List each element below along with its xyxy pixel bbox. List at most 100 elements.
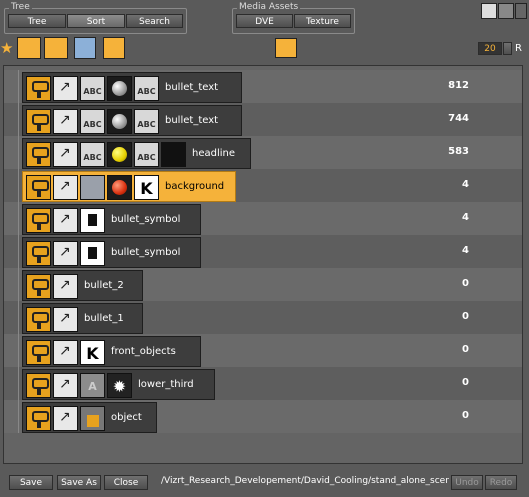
tree-connector bbox=[18, 169, 19, 202]
container-icon[interactable] bbox=[161, 142, 186, 167]
rectangle-icon[interactable] bbox=[80, 175, 105, 200]
tree-row[interactable]: Kbackground 4 bbox=[4, 169, 522, 202]
camera-icon[interactable] bbox=[26, 208, 51, 233]
node-count: 583 bbox=[448, 146, 469, 157]
object-icon[interactable] bbox=[80, 406, 105, 431]
text-abc-icon[interactable]: ABC bbox=[80, 142, 105, 167]
zoom-value-field[interactable]: 20 bbox=[478, 42, 502, 55]
anim-icon[interactable]: ✹ bbox=[107, 373, 132, 398]
camera-icon[interactable] bbox=[26, 340, 51, 365]
red-sphere-icon[interactable] bbox=[107, 175, 132, 200]
text-abc-icon[interactable]: ABC bbox=[134, 142, 159, 167]
key-icon[interactable]: K bbox=[80, 340, 105, 365]
tree-connector bbox=[18, 367, 19, 400]
yellow-sphere-icon[interactable] bbox=[107, 142, 132, 167]
tree-row[interactable]: ABC ABC bullet_text 744 bbox=[4, 103, 522, 136]
key-icon[interactable]: K bbox=[134, 175, 159, 200]
pin-icon[interactable] bbox=[498, 3, 514, 19]
tab-search[interactable]: Search bbox=[126, 14, 183, 28]
tree-row[interactable]: bullet_1 0 bbox=[4, 301, 522, 334]
axis-icon[interactable] bbox=[53, 142, 78, 167]
black-square-icon[interactable] bbox=[103, 37, 125, 59]
axis-icon[interactable] bbox=[53, 175, 78, 200]
camera-icon[interactable] bbox=[26, 142, 51, 167]
tree-connector bbox=[18, 301, 19, 334]
camera-icon[interactable] bbox=[26, 175, 51, 200]
node-count: 812 bbox=[448, 80, 469, 91]
camera-icon[interactable] bbox=[26, 274, 51, 299]
tab-dve[interactable]: DVE bbox=[236, 14, 293, 28]
scene-node[interactable]: Kbackground bbox=[22, 171, 236, 202]
scene-node[interactable]: object bbox=[22, 402, 158, 433]
axis-icon[interactable] bbox=[53, 274, 78, 299]
tree-row[interactable]: ABC ABC bullet_text 812 bbox=[4, 70, 522, 103]
pie-chart-icon[interactable] bbox=[44, 37, 68, 59]
tree-row[interactable]: A✹ lower_third 0 bbox=[4, 367, 522, 400]
axis-icon[interactable] bbox=[53, 406, 78, 431]
text-abc-icon[interactable]: ABC bbox=[80, 109, 105, 134]
scene-node[interactable]: A✹ lower_third bbox=[22, 369, 216, 400]
refresh-icon[interactable] bbox=[275, 38, 297, 58]
scene-node[interactable]: ABC ABC headline bbox=[22, 138, 251, 169]
scene-node[interactable]: bullet_symbol bbox=[22, 237, 201, 268]
tree-connector bbox=[18, 268, 19, 301]
sphere-icon[interactable] bbox=[107, 76, 132, 101]
camera-icon[interactable] bbox=[26, 406, 51, 431]
tab-tree[interactable]: Tree bbox=[8, 14, 66, 28]
axis-icon[interactable] bbox=[53, 307, 78, 332]
alpha-icon[interactable]: A bbox=[80, 373, 105, 398]
close-button[interactable]: Close bbox=[104, 475, 148, 490]
scene-node[interactable]: Kfront_objects bbox=[22, 336, 201, 367]
camera-icon[interactable] bbox=[26, 76, 51, 101]
screenshot-icon[interactable] bbox=[481, 3, 497, 19]
text-abc-icon[interactable]: ABC bbox=[134, 109, 159, 134]
tree-row[interactable]: ABC ABC headline 583 bbox=[4, 136, 522, 169]
symbol-icon[interactable] bbox=[80, 208, 105, 233]
camera-icon[interactable] bbox=[26, 109, 51, 134]
text-abc-icon[interactable]: ABC bbox=[134, 76, 159, 101]
camera-icon[interactable] bbox=[26, 373, 51, 398]
layout-icon[interactable] bbox=[74, 37, 96, 59]
sphere-icon[interactable] bbox=[107, 109, 132, 134]
scene-tree-list[interactable]: ABC ABC bullet_text 812 ABC ABC bullet_text 744… bbox=[3, 65, 523, 464]
tab-sort[interactable]: Sort bbox=[67, 14, 125, 28]
redo-button[interactable]: Redo bbox=[485, 475, 517, 490]
tab-texture[interactable]: Texture bbox=[294, 14, 351, 28]
tree-connector bbox=[18, 202, 19, 235]
favorite-star-icon[interactable]: ★ bbox=[0, 38, 15, 58]
axis-icon[interactable] bbox=[53, 340, 78, 365]
undo-button[interactable]: Undo bbox=[451, 475, 483, 490]
node-name: bullet_symbol bbox=[111, 247, 181, 258]
axis-icon[interactable] bbox=[53, 241, 78, 266]
tree-group-label: Tree bbox=[9, 2, 32, 12]
media-assets-label: Media Assets bbox=[237, 2, 301, 12]
tree-row[interactable]: bullet_symbol 4 bbox=[4, 235, 522, 268]
zoom-stepper[interactable] bbox=[503, 42, 512, 55]
axis-icon[interactable] bbox=[53, 208, 78, 233]
tree-connector bbox=[18, 334, 19, 367]
text-abc-icon[interactable]: ABC bbox=[80, 76, 105, 101]
save-as-button[interactable]: Save As bbox=[57, 475, 101, 490]
globe-icon[interactable] bbox=[17, 37, 41, 59]
scene-path: /Vizrt_Research_Developement/David_Cooli… bbox=[161, 476, 449, 486]
camera-icon[interactable] bbox=[26, 307, 51, 332]
symbol-icon[interactable] bbox=[80, 241, 105, 266]
scene-node[interactable]: bullet_1 bbox=[22, 303, 143, 334]
zoom-suffix: R bbox=[515, 43, 522, 54]
menu-icon[interactable] bbox=[515, 3, 527, 19]
scene-node[interactable]: ABC ABC bullet_text bbox=[22, 72, 243, 103]
tree-row[interactable]: bullet_symbol 4 bbox=[4, 202, 522, 235]
node-name: bullet_symbol bbox=[111, 214, 181, 225]
tree-row[interactable]: Kfront_objects 0 bbox=[4, 334, 522, 367]
tree-row[interactable]: object 0 bbox=[4, 400, 522, 433]
axis-icon[interactable] bbox=[53, 373, 78, 398]
camera-icon[interactable] bbox=[26, 241, 51, 266]
tree-row[interactable]: bullet_2 0 bbox=[4, 268, 522, 301]
scene-node[interactable]: bullet_2 bbox=[22, 270, 143, 301]
axis-icon[interactable] bbox=[53, 109, 78, 134]
scene-node[interactable]: bullet_symbol bbox=[22, 204, 201, 235]
axis-icon[interactable] bbox=[53, 76, 78, 101]
save-button[interactable]: Save bbox=[9, 475, 53, 490]
scene-node[interactable]: ABC ABC bullet_text bbox=[22, 105, 243, 136]
node-name: headline bbox=[192, 148, 236, 159]
